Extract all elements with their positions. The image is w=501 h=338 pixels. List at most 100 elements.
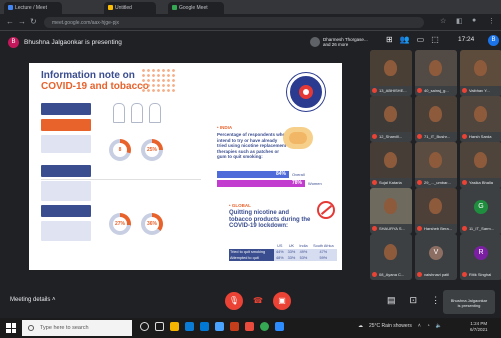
presenter-avatar: B [8,36,19,48]
info-box [41,119,91,131]
participant-face [384,60,397,76]
activities-icon[interactable]: ⬚ [431,35,439,44]
participant-tile[interactable]: Yasika Bhalla [460,142,501,188]
office-icon[interactable] [230,322,239,331]
tab-favicon-icon [172,5,177,11]
mail-icon[interactable] [215,322,224,331]
user-avatar[interactable]: B [488,35,499,46]
participant-face [474,152,487,168]
star-icon[interactable]: ☆ [440,17,446,25]
section-divider [41,179,201,180]
file-explorer-icon[interactable] [170,322,179,331]
participant-initial-avatar: V [429,246,443,260]
participant-name: Vaibhav Y... [469,88,490,93]
captions-icon[interactable]: ▤ [387,295,396,306]
participant-tile[interactable]: 13_ABHISHE... [370,50,412,96]
participant-tile[interactable]: Vaibhav Y... [460,50,501,96]
forward-icon[interactable]: → [18,17,26,26]
table-row-label: Attempted to quit [229,255,274,261]
menu-icon[interactable]: ⋮ [488,17,495,25]
participant-name: 08_Ayana C... [379,272,405,277]
mic-muted-icon [417,272,422,277]
task-view-icon[interactable] [155,322,164,331]
slide-title-line1: Information note on [41,70,135,81]
participant-name: Harsh Sarda [469,134,492,139]
chevron-up-icon: ˄ [52,297,56,303]
participant-tile[interactable]: 08_Ayana C... [370,234,412,280]
tab-favicon-icon [8,5,13,11]
present-icon[interactable]: ⊡ [410,295,418,306]
participant-tile[interactable]: Harsh Sarda [460,96,501,142]
presented-slide: Information note on COVID-19 and tobacco… [29,63,342,270]
global-label: • GLOBAL [229,203,251,208]
participant-tile[interactable]: Sujal Kataria [370,142,412,188]
reload-icon[interactable]: ↻ [30,17,37,26]
mic-muted-icon [462,226,467,231]
slide-title-line2: COVID-19 and tobacco [41,81,149,92]
chrome-icon[interactable] [260,322,269,331]
taskbar-search[interactable]: Type here to search [22,320,132,336]
profile-icon[interactable]: ● [472,17,476,24]
chevron-up-icon[interactable]: ˄ [418,323,421,329]
address-bar[interactable]: meet.google.com/aax-hjge-pjx [44,17,424,28]
participant-name: vaishnavi patil [424,272,450,277]
network-icon[interactable]: ◔ [427,323,430,329]
store-icon[interactable] [200,322,209,331]
table-cell: 59% [309,255,337,261]
info-box [41,221,91,241]
mic-toggle-button[interactable]: 🎙 [225,292,243,310]
more-options-icon[interactable]: ⋮ [431,295,440,306]
meet-app-icon[interactable] [275,322,284,331]
layout-icon[interactable]: ⊞ [386,35,393,44]
table-cell: 33% [285,255,298,261]
participant-tile[interactable]: 12_Sharvill... [370,96,412,142]
participant-tile[interactable]: R Ritik Singhal [460,234,501,280]
participant-tile[interactable]: 40_sainsj_g... [415,50,457,96]
cortana-icon[interactable] [140,322,149,331]
participant-tile[interactable]: 29_..._umbar... [415,142,457,188]
bar-overall: 84% [217,171,289,178]
presenting-text: Bhushna Jalgaonkar is presenting [24,38,122,46]
participant-name: SHAURYA S... [379,226,405,231]
india-stat: • INDIA Percentage of respondents who in… [217,125,287,160]
info-box [41,135,91,153]
windows-start-icon[interactable] [6,323,16,333]
participant-tile[interactable]: Harsheb Bera... [415,188,457,234]
participant-face [429,60,442,76]
participant-tile[interactable]: 71_IT_Bushr... [415,96,457,142]
browser-tab[interactable]: Untitled [104,2,156,14]
donut-chart: 8 [109,139,131,161]
camera-toggle-button[interactable]: ▣ [273,292,291,310]
participant-name: 13_ABHISHE... [379,88,407,93]
app-icon[interactable] [245,322,254,331]
participant-tile[interactable]: Vvaishnavi patil [415,234,457,280]
browser-toolbar: ← → ↻ meet.google.com/aax-hjge-pjx ☆ ◧ ●… [0,14,501,31]
person-figure-icon [131,103,143,123]
mic-muted-icon [372,180,377,185]
join-notification: Dharmesh Thorgase... and 26 more [310,33,382,51]
participant-tile[interactable]: G 11_IT_Sarm... [460,188,501,234]
participant-initial-avatar: G [474,200,488,214]
bar-row: 84% Overall [217,171,305,178]
back-icon[interactable]: ← [6,17,14,26]
participant-tile[interactable]: SHAURYA S... [370,188,412,234]
bar-label: Overall [292,172,305,177]
mic-muted-icon [462,272,467,277]
extensions-icon[interactable]: ◧ [456,17,463,25]
meeting-details-label: Meeting details [10,297,51,303]
taskbar-clock[interactable]: 1:24 PM 6/7/2021 [470,321,488,333]
browser-tab[interactable]: Google Meet [168,2,224,14]
end-call-button[interactable]: ☎ [249,292,267,310]
people-icon[interactable]: 👥 [400,35,410,44]
volume-icon[interactable]: 🔈 [436,323,442,329]
meeting-details-button[interactable]: Meeting details ˄ [10,297,56,303]
participant-name: Ritik Singhal [469,272,492,277]
edge-icon[interactable] [185,322,194,331]
browser-tab[interactable]: Lecture / Meet [4,2,62,14]
donut-value: 8 [113,143,127,157]
donut-chart: 27% [109,213,131,235]
weather-text[interactable]: 25°C Rain showers [369,323,412,329]
mic-muted-icon [417,180,422,185]
avatar [310,37,320,47]
chat-icon[interactable]: ▭ [417,35,425,44]
